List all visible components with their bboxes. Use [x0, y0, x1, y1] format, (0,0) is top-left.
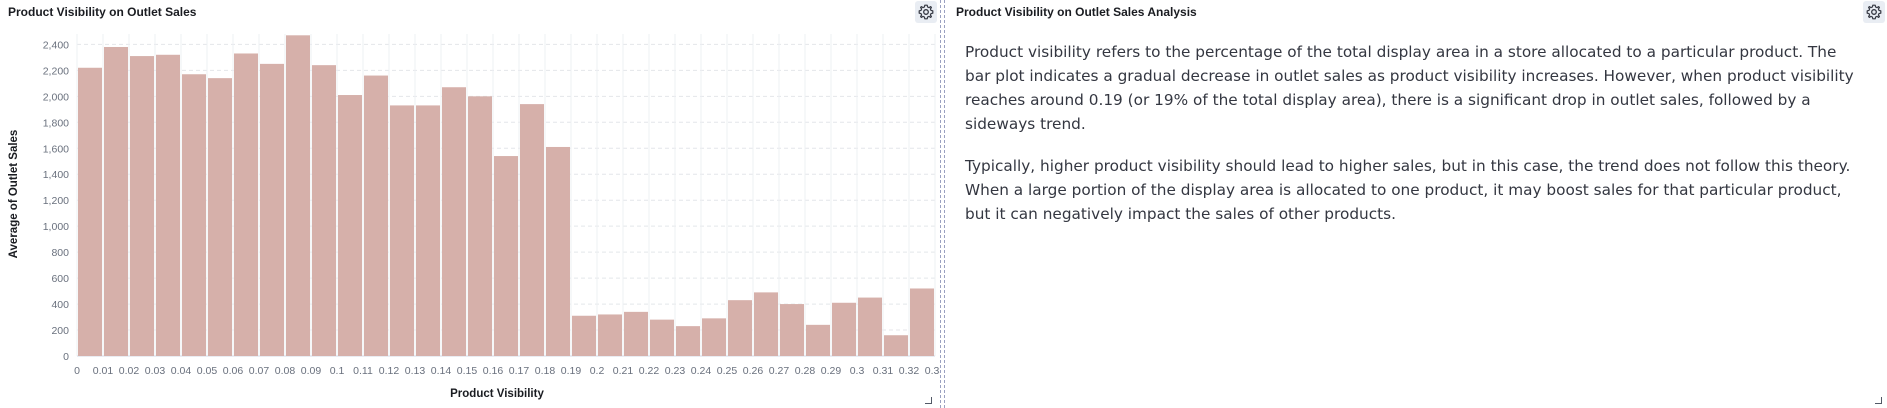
- y-tick-label: 200: [51, 325, 69, 337]
- chart-bar[interactable]: [208, 78, 232, 356]
- chart-bar[interactable]: [182, 74, 206, 356]
- chart-bar[interactable]: [156, 54, 180, 356]
- resize-corner-icon[interactable]: [925, 397, 932, 404]
- x-tick-label: 0.29: [821, 365, 842, 377]
- chart-bar[interactable]: [234, 53, 258, 357]
- x-tick-label: 0.3: [850, 365, 865, 377]
- x-axis-ticks: 0 0.01 0.02 0.03 0.04 0.05 0.06 0.07 0.08 0.09 0.1…: [74, 365, 940, 377]
- x-tick-label: 0.23: [665, 365, 686, 377]
- x-tick-label: 0.11: [353, 365, 373, 377]
- y-tick-label: 2,400: [43, 39, 69, 51]
- x-tick-label: 0.32: [899, 365, 920, 377]
- x-tick-label: 0.15: [457, 365, 478, 377]
- gear-icon: [1866, 4, 1882, 20]
- chart-panel: Product Visibility on Outlet Sales 0 200 4…: [0, 0, 943, 408]
- chart-bar[interactable]: [260, 63, 284, 356]
- chart-bar[interactable]: [546, 146, 570, 356]
- analysis-paragraph: Product visibility refers to the percent…: [965, 43, 1854, 133]
- y-tick-label: 0: [63, 351, 69, 363]
- y-axis-label: Average of Outlet Sales: [8, 130, 20, 259]
- analysis-settings-button[interactable]: [1863, 1, 1885, 23]
- x-tick-label: 0.17: [509, 365, 530, 377]
- chart-bar[interactable]: [806, 324, 830, 356]
- chart-bar[interactable]: [676, 326, 700, 356]
- y-tick-label: 1,400: [43, 169, 69, 181]
- y-tick-label: 1,600: [43, 143, 69, 155]
- bar-chart: 0 200 400 600 800 1,000 1,200 1,400 1,600 1,800 2,…: [8, 34, 940, 400]
- analysis-panel: Product Visibility on Outlet Sales Analy…: [952, 0, 1887, 408]
- x-tick-label: 0.26: [743, 365, 764, 377]
- y-tick-label: 800: [51, 247, 69, 259]
- chart-bar[interactable]: [468, 96, 492, 357]
- x-tick-label: 0.12: [379, 365, 400, 377]
- chart-bar[interactable]: [312, 65, 336, 357]
- x-tick-label: 0.03: [145, 365, 166, 377]
- chart-bar[interactable]: [650, 319, 674, 356]
- x-tick-label: 0.22: [639, 365, 660, 377]
- x-tick-label: 0.05: [197, 365, 218, 377]
- chart-bar[interactable]: [286, 35, 310, 356]
- chart-bar[interactable]: [78, 67, 102, 357]
- x-tick-label: 0.24: [691, 365, 712, 377]
- y-tick-label: 600: [51, 273, 69, 285]
- chart-bar[interactable]: [910, 288, 934, 356]
- chart-bar[interactable]: [364, 75, 388, 356]
- x-tick-label: 0.16: [483, 365, 504, 377]
- x-tick-label: 0.25: [717, 365, 738, 377]
- chart-bar[interactable]: [858, 297, 882, 356]
- chart-bar[interactable]: [572, 315, 596, 356]
- resize-corner-icon[interactable]: [1875, 397, 1882, 404]
- x-tick-label: 0.09: [301, 365, 322, 377]
- x-tick-label: 0.04: [171, 365, 192, 377]
- y-axis-ticks: 0 200 400 600 800 1,000 1,200 1,400 1,600 1,800 2,…: [43, 39, 69, 363]
- chart-bars: [78, 35, 934, 357]
- chart-bar[interactable]: [104, 46, 128, 356]
- x-axis-label: Product Visibility: [450, 388, 544, 400]
- chart-bar[interactable]: [338, 95, 362, 356]
- x-tick-label: 0.33: [925, 365, 940, 377]
- x-tick-label: 0.08: [275, 365, 296, 377]
- x-tick-label: 0.13: [405, 365, 426, 377]
- y-tick-label: 2,000: [43, 91, 69, 103]
- chart-bar[interactable]: [624, 311, 648, 356]
- x-tick-label: 0.18: [535, 365, 556, 377]
- x-tick-label: 0.07: [249, 365, 270, 377]
- x-tick-label: 0.28: [795, 365, 816, 377]
- x-tick-label: 0.27: [769, 365, 790, 377]
- chart-bar[interactable]: [442, 87, 466, 356]
- x-tick-label: 0.14: [431, 365, 452, 377]
- x-tick-label: 0.1: [330, 365, 345, 377]
- y-tick-label: 2,200: [43, 65, 69, 77]
- chart-bar[interactable]: [390, 105, 414, 357]
- analysis-panel-title: Product Visibility on Outlet Sales Analy…: [956, 5, 1197, 19]
- chart-bar[interactable]: [780, 304, 804, 356]
- x-tick-label: 0.19: [561, 365, 582, 377]
- x-tick-label: 0.21: [613, 365, 634, 377]
- chart-bar[interactable]: [416, 105, 440, 357]
- analysis-paragraph: Typically, higher product visibility sho…: [965, 157, 1851, 223]
- chart-bar[interactable]: [520, 104, 544, 356]
- panel-divider: [940, 0, 941, 408]
- y-tick-label: 1,800: [43, 117, 69, 129]
- x-tick-label: 0.06: [223, 365, 244, 377]
- y-tick-label: 1,200: [43, 195, 69, 207]
- y-tick-label: 1,000: [43, 221, 69, 233]
- x-tick-label: 0.01: [93, 365, 114, 377]
- chart-bar[interactable]: [598, 314, 622, 356]
- chart-bar[interactable]: [728, 300, 752, 356]
- chart-bar[interactable]: [130, 56, 154, 357]
- analysis-text-body: Product visibility refers to the percent…: [965, 40, 1865, 244]
- x-tick-label: 0.31: [873, 365, 894, 377]
- panel-divider: [944, 0, 945, 408]
- chart-bar[interactable]: [832, 302, 856, 356]
- x-tick-label: 0: [74, 365, 80, 377]
- chart-bar[interactable]: [754, 292, 778, 356]
- chart-bar[interactable]: [702, 318, 726, 356]
- x-tick-label: 0.2: [590, 365, 605, 377]
- chart-bar[interactable]: [494, 156, 518, 356]
- chart-bar[interactable]: [884, 335, 908, 356]
- y-tick-label: 400: [51, 299, 69, 311]
- x-tick-label: 0.02: [119, 365, 140, 377]
